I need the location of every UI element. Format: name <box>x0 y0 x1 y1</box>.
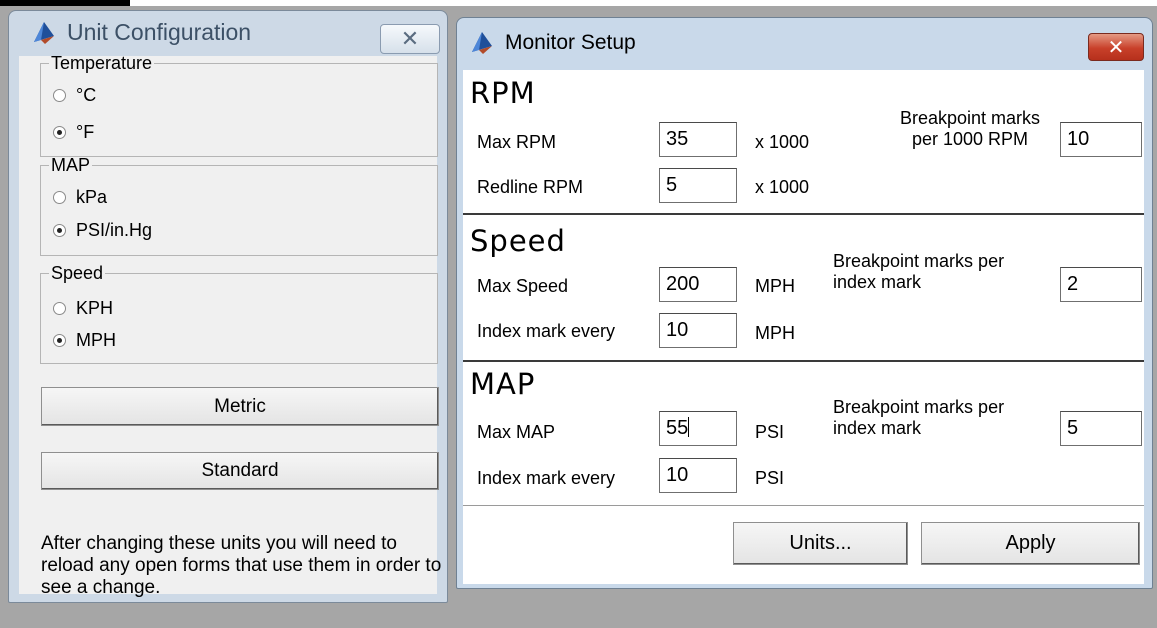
max-map-unit: PSI <box>755 422 785 442</box>
map-group-label: MAP <box>51 155 91 175</box>
standard-button[interactable]: Standard <box>41 452 439 490</box>
max-speed-input[interactable]: 200 <box>659 267 737 302</box>
radio-celsius[interactable]: °C <box>53 84 96 106</box>
window-title: Unit Configuration <box>67 19 252 45</box>
metric-button[interactable]: Metric <box>41 387 439 426</box>
section-divider <box>463 360 1144 362</box>
close-button[interactable]: ✕ <box>1088 33 1144 61</box>
map-breakpoint-input[interactable]: 5 <box>1060 411 1142 446</box>
redline-rpm-unit: x 1000 <box>755 177 810 197</box>
speed-breakpoint-label-line1: Breakpoint marks per <box>833 251 1005 271</box>
radio-selected-icon <box>53 125 66 139</box>
max-rpm-input[interactable]: 35 <box>659 122 737 157</box>
redline-rpm-input[interactable]: 5 <box>659 168 737 203</box>
speed-breakpoint-label: Breakpoint marks per index mark <box>833 251 1004 293</box>
max-map-label: Max MAP <box>477 422 556 442</box>
unit-configuration-titlebar[interactable]: Unit Configuration <box>31 19 251 46</box>
apply-button-label: Apply <box>1005 532 1056 554</box>
unit-configuration-client: Temperature °C °F MAP kPa PSI/in.Hg Spee… <box>19 54 441 598</box>
units-button-label: Units... <box>789 532 852 554</box>
radio-icon <box>53 190 66 204</box>
monitor-setup-client: RPM Max RPM 35 x 1000 Breakpoint marks p… <box>463 70 1144 584</box>
temperature-group: Temperature <box>40 54 438 157</box>
apply-button[interactable]: Apply <box>921 522 1140 565</box>
radio-fahrenheit[interactable]: °F <box>53 121 94 143</box>
desktop-top-strip <box>0 0 130 6</box>
map-breakpoint-label-line2: index mark <box>833 418 922 438</box>
unit-configuration-window: Unit Configuration ✕ Temperature °C °F M… <box>8 10 448 603</box>
speed-heading: Speed <box>470 224 566 258</box>
radio-label: KPH <box>76 297 114 318</box>
speed-index-unit: MPH <box>755 323 795 343</box>
map-index-label: Index mark every <box>477 468 616 488</box>
radio-label: MPH <box>76 329 116 350</box>
speed-breakpoint-label-line2: index mark <box>833 272 922 292</box>
radio-icon <box>53 301 66 315</box>
footer-divider <box>463 505 1144 506</box>
radio-kpa[interactable]: kPa <box>53 186 107 208</box>
radio-selected-icon <box>53 333 66 347</box>
window-title: Monitor Setup <box>505 31 636 54</box>
text-caret <box>688 417 690 437</box>
metric-button-label: Metric <box>214 395 266 417</box>
radio-mph[interactable]: MPH <box>53 329 116 351</box>
radio-label: PSI/in.Hg <box>76 219 153 240</box>
map-index-input[interactable]: 10 <box>659 458 737 493</box>
map-breakpoint-label: Breakpoint marks per index mark <box>833 397 1004 439</box>
speed-group-label: Speed <box>51 263 104 283</box>
radio-label: °C <box>76 84 97 105</box>
radio-kph[interactable]: KPH <box>53 297 113 319</box>
rpm-breakpoint-label: Breakpoint marks per 1000 RPM <box>880 108 1060 150</box>
map-heading: MAP <box>470 367 536 401</box>
speed-index-input[interactable]: 10 <box>659 313 737 348</box>
rpm-breakpoint-label-line1: Breakpoint marks <box>899 108 1041 128</box>
max-map-input[interactable]: 55 <box>659 411 737 446</box>
radio-label: kPa <box>76 186 108 207</box>
rpm-breakpoint-input[interactable]: 10 <box>1060 122 1142 157</box>
close-icon: ✕ <box>1107 36 1125 59</box>
monitor-setup-titlebar[interactable]: Monitor Setup <box>469 30 636 56</box>
app-gauge-icon <box>34 21 54 44</box>
reload-note: After changing these units you will need… <box>41 533 442 598</box>
close-button[interactable]: ✕ <box>380 24 440 54</box>
map-index-unit: PSI <box>755 468 785 488</box>
max-speed-label: Max Speed <box>477 276 569 296</box>
speed-index-label: Index mark every <box>477 321 616 341</box>
speed-breakpoint-input[interactable]: 2 <box>1060 267 1142 302</box>
radio-icon <box>53 88 66 102</box>
rpm-breakpoint-label-line2: per 1000 RPM <box>911 129 1029 149</box>
close-icon: ✕ <box>400 26 420 51</box>
max-speed-unit: MPH <box>755 276 795 296</box>
max-map-value: 55 <box>666 417 689 439</box>
units-button[interactable]: Units... <box>733 522 908 565</box>
map-breakpoint-label-line1: Breakpoint marks per <box>833 397 1005 417</box>
max-rpm-label: Max RPM <box>477 132 557 152</box>
desktop-top-edge <box>0 0 1157 6</box>
rpm-heading: RPM <box>470 76 536 110</box>
radio-psi[interactable]: PSI/in.Hg <box>53 219 152 241</box>
max-rpm-unit: x 1000 <box>755 132 810 152</box>
redline-rpm-label: Redline RPM <box>477 177 584 197</box>
app-gauge-icon <box>472 32 492 54</box>
temperature-group-label: Temperature <box>51 53 153 73</box>
section-divider <box>463 213 1144 215</box>
radio-selected-icon <box>53 223 66 237</box>
monitor-setup-window: Monitor Setup ✕ RPM Max RPM 35 x 1000 Br… <box>456 17 1153 589</box>
standard-button-label: Standard <box>201 460 279 481</box>
radio-label: °F <box>76 121 95 142</box>
